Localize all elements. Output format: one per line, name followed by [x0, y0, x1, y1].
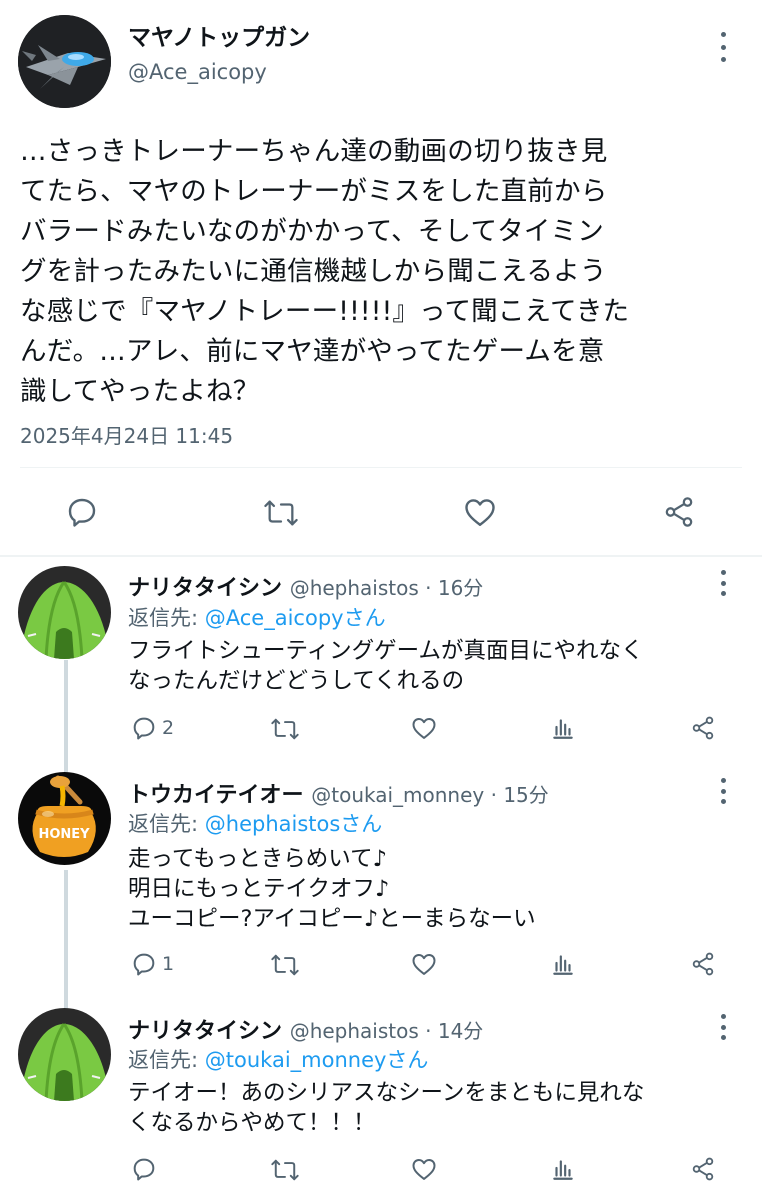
reply-avatar[interactable]: HONEY [18, 772, 111, 865]
more-options-icon[interactable] [717, 32, 729, 62]
reply-icon [133, 953, 155, 976]
tweet-text-line: てたら、マヤのトレーナーがミスをした直前から [20, 176, 608, 207]
analytics-icon[interactable] [550, 950, 576, 978]
reply-button[interactable]: 2 [130, 714, 174, 742]
reply-text: 走ってもっときらめいて♪ 明日にもっとテイクオフ♪ ユーコピー?アイコピー♪とー… [128, 844, 536, 934]
green-tent-icon [18, 1008, 111, 1101]
reply-text-line: フライトシューティングゲームが真面目にやれなく [128, 638, 644, 664]
reply-to-mention[interactable]: @hephaistosさん [205, 812, 383, 836]
tweet-text-line: バラードみたいなのがかかって、そしてタイミン [20, 216, 604, 247]
reply-count: 2 [162, 717, 175, 739]
reply-text-line: ユーコピー?アイコピー♪とーまらなーい [128, 906, 536, 932]
reply-icon [133, 717, 155, 740]
more-options-icon[interactable] [717, 778, 729, 804]
reply-button[interactable] [130, 1155, 162, 1183]
share-icon[interactable] [690, 1155, 716, 1183]
section-divider [0, 555, 762, 557]
author-handle[interactable]: @Ace_aicopy [128, 60, 267, 84]
reply-text: フライトシューティングゲームが真面目にやれなく なったんだけどどうしてくれるの [128, 636, 643, 696]
retweet-icon[interactable] [270, 715, 300, 743]
reply-text-line: 明日にもっとテイクオフ♪ [128, 876, 390, 902]
retweet-icon[interactable] [270, 951, 300, 979]
reply-to-prefix: 返信先: [128, 606, 205, 630]
tweet-timestamp[interactable]: 2025年4月24日 11:45 [20, 420, 233, 449]
tweet-text-line: …さっきトレーナーちゃん達の動画の切り抜き見 [20, 136, 608, 167]
reply-handle-time: @hephaistos · 14分 [289, 1019, 484, 1043]
reply-to-mention[interactable]: @toukai_monneyさん [205, 1048, 429, 1072]
honey-label: HONEY [38, 827, 90, 842]
reply-button[interactable]: 1 [130, 950, 174, 978]
tweet-text-line: んだ。…アレ、前にマヤ達がやってたゲームを意 [20, 336, 605, 367]
author-name[interactable]: マヤノトップガン [128, 18, 310, 52]
retweet-icon[interactable] [270, 1156, 300, 1184]
reply-to-prefix: 返信先: [128, 812, 205, 836]
like-icon[interactable] [410, 1155, 438, 1183]
reply-display-name: ナリタタイシン [128, 1019, 283, 1044]
reply-text-line: テイオー！あのシリアスなシーンをまともに見れな [128, 1080, 645, 1106]
reply-avatar[interactable] [18, 566, 111, 659]
reply-handle-time: @hephaistos · 16分 [289, 576, 484, 600]
green-tent-icon [18, 566, 111, 659]
reply-display-name: ナリタタイシン [128, 576, 283, 601]
fighter-jet-icon [18, 15, 111, 108]
author-avatar[interactable] [18, 15, 111, 108]
share-icon[interactable] [690, 714, 716, 742]
reply-icon [133, 1158, 155, 1181]
reply-to-line: 返信先: @toukai_monneyさん [128, 1044, 428, 1074]
share-icon[interactable] [690, 950, 716, 978]
reply-count: 1 [162, 953, 175, 975]
reply-to-prefix: 返信先: [128, 1048, 205, 1072]
tweet-text-line: グを計ったみたいに通信機越しから聞こえるよう [20, 256, 607, 287]
tweet-text-line: 識してやったよね？ [20, 376, 260, 407]
like-icon[interactable] [410, 950, 438, 978]
reply-icon[interactable] [64, 494, 100, 530]
share-icon[interactable] [662, 494, 696, 530]
analytics-icon[interactable] [550, 714, 576, 742]
reply-author-name[interactable]: ナリタタイシン @hephaistos · 14分 [128, 1013, 483, 1045]
reply-display-name: トウカイテイオー [128, 783, 304, 808]
reply-text-line: 走ってもっときらめいて♪ [128, 846, 387, 872]
reply-text-line: なったんだけどどうしてくれるの [128, 668, 465, 694]
reply-avatar[interactable] [18, 1008, 111, 1101]
honey-pot-icon: HONEY [18, 772, 111, 865]
more-options-icon[interactable] [717, 570, 729, 596]
tweet-text: …さっきトレーナーちゃん達の動画の切り抜き見 てたら、マヤのトレーナーがミスをし… [20, 132, 745, 412]
like-icon[interactable] [462, 494, 498, 530]
retweet-icon[interactable] [262, 496, 300, 530]
analytics-icon[interactable] [550, 1155, 576, 1183]
reply-handle-time: @toukai_monney · 15分 [311, 783, 549, 807]
thread-line [64, 870, 68, 1010]
more-options-icon[interactable] [717, 1014, 729, 1040]
reply-text-line: くなるからやめて！！！ [128, 1110, 376, 1136]
reply-author-name[interactable]: トウカイテイオー @toukai_monney · 15分 [128, 777, 549, 809]
reply-author-name[interactable]: ナリタタイシン @hephaistos · 16分 [128, 570, 483, 602]
divider [20, 467, 742, 468]
reply-to-mention[interactable]: @Ace_aicopyさん [205, 606, 386, 630]
reply-text: テイオー！あのシリアスなシーンをまともに見れな くなるからやめて！！！ [128, 1078, 644, 1138]
reply-to-line: 返信先: @hephaistosさん [128, 808, 382, 838]
tweet-text-line: な感じで『マヤノトレーー!!!!!』って聞こえてきた [20, 296, 630, 327]
like-icon[interactable] [410, 714, 438, 742]
thread-line [64, 660, 68, 780]
reply-to-line: 返信先: @Ace_aicopyさん [128, 602, 386, 632]
